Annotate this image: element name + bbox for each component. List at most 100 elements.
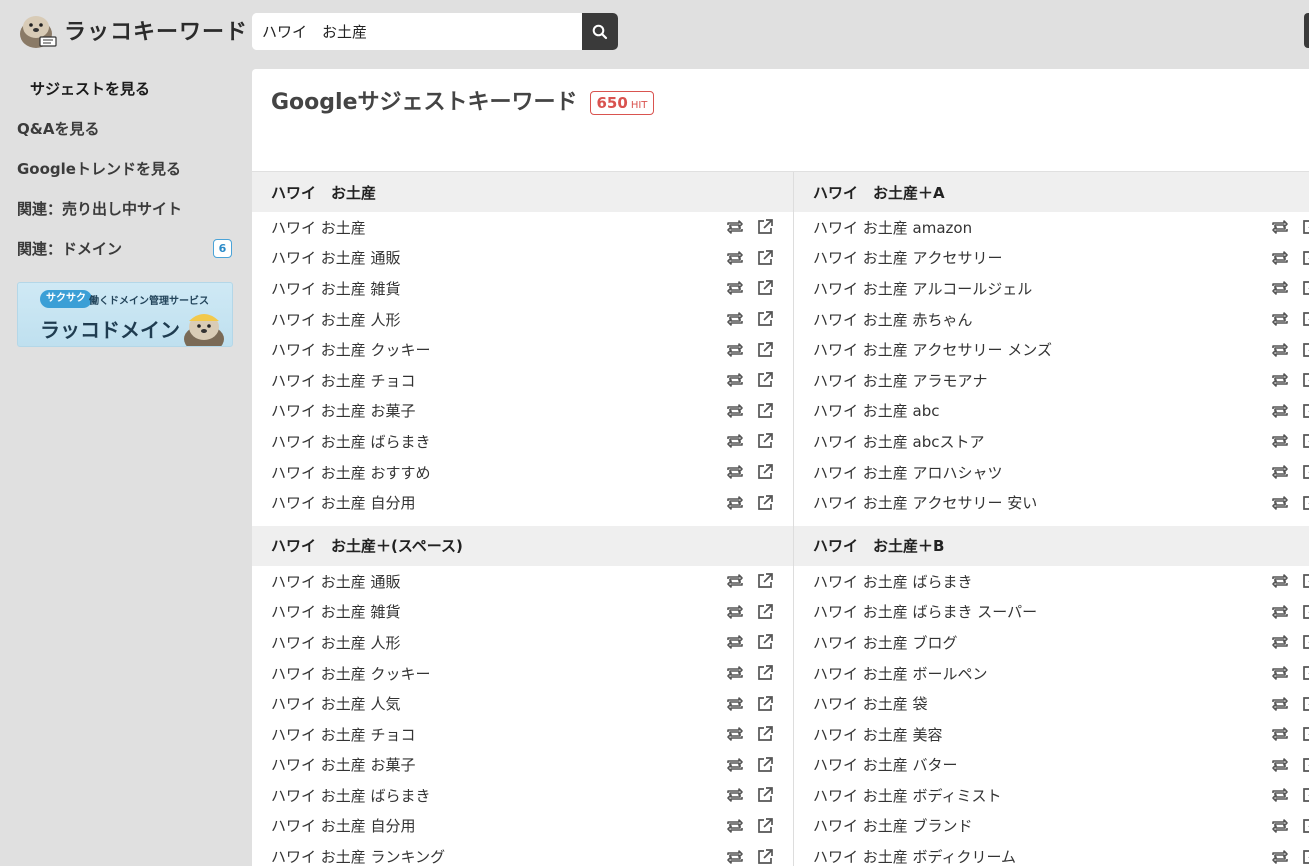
suggest-row[interactable]: ハワイ お土産 通販 bbox=[252, 566, 793, 597]
retweet-icon[interactable] bbox=[1270, 310, 1290, 328]
retweet-icon[interactable] bbox=[1270, 695, 1290, 713]
suggest-row[interactable]: ハワイ お土産 袋 bbox=[794, 688, 1309, 719]
suggest-keyword[interactable]: ハワイ お土産 アロハシャツ bbox=[813, 462, 1270, 483]
external-link-icon[interactable] bbox=[755, 664, 775, 682]
external-link-icon[interactable] bbox=[755, 371, 775, 389]
external-link-icon[interactable] bbox=[1300, 494, 1309, 512]
suggest-keyword[interactable]: ハワイ お土産 雑貨 bbox=[271, 601, 725, 622]
suggest-row[interactable]: ハワイ お土産 人形 bbox=[252, 627, 793, 658]
retweet-icon[interactable] bbox=[1270, 756, 1290, 774]
suggest-keyword[interactable]: ハワイ お土産 ばらまき bbox=[271, 431, 725, 452]
retweet-icon[interactable] bbox=[1270, 848, 1290, 866]
suggest-keyword[interactable]: ハワイ お土産 abc bbox=[813, 400, 1270, 421]
suggest-keyword[interactable]: ハワイ お土産 お菓子 bbox=[271, 754, 725, 775]
retweet-icon[interactable] bbox=[1270, 249, 1290, 267]
suggest-keyword[interactable]: ハワイ お土産 クッキー bbox=[271, 663, 725, 684]
group-heading[interactable]: ハワイ お土産＋A bbox=[793, 172, 1309, 212]
rakko-domain-banner[interactable]: サクサク 働くドメイン管理サービス ラッコドメイン bbox=[17, 282, 233, 347]
sidebar-item-google-trends[interactable]: Googleトレンドを見る bbox=[0, 148, 240, 188]
suggest-row[interactable]: ハワイ お土産 美容 bbox=[794, 719, 1309, 750]
external-link-icon[interactable] bbox=[1300, 786, 1309, 804]
external-link-icon[interactable] bbox=[1300, 402, 1309, 420]
suggest-row[interactable]: ハワイ お土産 雑貨 bbox=[252, 273, 793, 304]
suggest-keyword[interactable]: ハワイ お土産 アルコールジェル bbox=[813, 278, 1270, 299]
suggest-keyword[interactable]: ハワイ お土産 bbox=[271, 217, 725, 238]
external-link-icon[interactable] bbox=[755, 218, 775, 236]
retweet-icon[interactable] bbox=[1270, 633, 1290, 651]
retweet-icon[interactable] bbox=[1270, 371, 1290, 389]
external-link-icon[interactable] bbox=[755, 725, 775, 743]
suggest-row[interactable]: ハワイ お土産 アクセサリー 安い bbox=[794, 487, 1309, 518]
suggest-row[interactable]: ハワイ お土産 アロハシャツ bbox=[794, 457, 1309, 488]
suggest-keyword[interactable]: ハワイ お土産 ばらまき bbox=[271, 785, 725, 806]
suggest-keyword[interactable]: ハワイ お土産 ランキング bbox=[271, 846, 725, 866]
suggest-row[interactable]: ハワイ お土産 チョコ bbox=[252, 719, 793, 750]
external-link-icon[interactable] bbox=[755, 402, 775, 420]
suggest-row[interactable]: ハワイ お土産 abc bbox=[794, 396, 1309, 427]
suggest-keyword[interactable]: ハワイ お土産 amazon bbox=[813, 217, 1270, 238]
external-link-icon[interactable] bbox=[755, 432, 775, 450]
retweet-icon[interactable] bbox=[1270, 463, 1290, 481]
suggest-keyword[interactable]: ハワイ お土産 アクセサリー メンズ bbox=[813, 339, 1270, 360]
retweet-icon[interactable] bbox=[725, 218, 745, 236]
retweet-icon[interactable] bbox=[1270, 817, 1290, 835]
external-link-icon[interactable] bbox=[1300, 463, 1309, 481]
retweet-icon[interactable] bbox=[1270, 218, 1290, 236]
suggest-keyword[interactable]: ハワイ お土産 アラモアナ bbox=[813, 370, 1270, 391]
suggest-row[interactable]: ハワイ お土産 ブログ bbox=[794, 627, 1309, 658]
suggest-keyword[interactable]: ハワイ お土産 チョコ bbox=[271, 724, 725, 745]
retweet-icon[interactable] bbox=[1270, 725, 1290, 743]
retweet-icon[interactable] bbox=[725, 402, 745, 420]
suggest-keyword[interactable]: ハワイ お土産 ボールペン bbox=[813, 663, 1270, 684]
external-link-icon[interactable] bbox=[1300, 341, 1309, 359]
suggest-row[interactable]: ハワイ お土産 アルコールジェル bbox=[794, 273, 1309, 304]
suggest-keyword[interactable]: ハワイ お土産 ボディクリーム bbox=[813, 846, 1270, 866]
external-link-icon[interactable] bbox=[755, 310, 775, 328]
retweet-icon[interactable] bbox=[725, 572, 745, 590]
retweet-icon[interactable] bbox=[725, 664, 745, 682]
suggest-row[interactable]: ハワイ お土産 ボディクリーム bbox=[794, 841, 1309, 866]
external-link-icon[interactable] bbox=[755, 603, 775, 621]
external-link-icon[interactable] bbox=[1300, 664, 1309, 682]
external-link-icon[interactable] bbox=[1300, 310, 1309, 328]
retweet-icon[interactable] bbox=[725, 756, 745, 774]
suggest-keyword[interactable]: ハワイ お土産 abcストア bbox=[813, 431, 1270, 452]
suggest-keyword[interactable]: ハワイ お土産 ボディミスト bbox=[813, 785, 1270, 806]
suggest-row[interactable]: ハワイ お土産 自分用 bbox=[252, 487, 793, 518]
retweet-icon[interactable] bbox=[725, 848, 745, 866]
suggest-keyword[interactable]: ハワイ お土産 人形 bbox=[271, 632, 725, 653]
suggest-row[interactable]: ハワイ お土産 abcストア bbox=[794, 426, 1309, 457]
retweet-icon[interactable] bbox=[725, 817, 745, 835]
retweet-icon[interactable] bbox=[725, 249, 745, 267]
suggest-row[interactable]: ハワイ お土産 バター bbox=[794, 750, 1309, 781]
suggest-keyword[interactable]: ハワイ お土産 おすすめ bbox=[271, 462, 725, 483]
external-link-icon[interactable] bbox=[1300, 218, 1309, 236]
external-link-icon[interactable] bbox=[1300, 572, 1309, 590]
suggest-keyword[interactable]: ハワイ お土産 袋 bbox=[813, 693, 1270, 714]
external-link-icon[interactable] bbox=[1300, 695, 1309, 713]
retweet-icon[interactable] bbox=[725, 279, 745, 297]
suggest-row[interactable]: ハワイ お土産 人形 bbox=[252, 304, 793, 335]
retweet-icon[interactable] bbox=[1270, 402, 1290, 420]
external-link-icon[interactable] bbox=[1300, 848, 1309, 866]
suggest-keyword[interactable]: ハワイ お土産 クッキー bbox=[271, 339, 725, 360]
retweet-icon[interactable] bbox=[1270, 786, 1290, 804]
external-link-icon[interactable] bbox=[1300, 603, 1309, 621]
external-link-icon[interactable] bbox=[755, 633, 775, 651]
suggest-keyword[interactable]: ハワイ お土産 お菓子 bbox=[271, 400, 725, 421]
sidebar-item-qa[interactable]: Q&Aを見る bbox=[0, 108, 240, 148]
retweet-icon[interactable] bbox=[1270, 664, 1290, 682]
suggest-row[interactable]: ハワイ お土産 ブランド bbox=[794, 811, 1309, 842]
sidebar-item-related-domains[interactable]: 関連：ドメイン 6 bbox=[0, 228, 240, 268]
suggest-row[interactable]: ハワイ お土産 通販 bbox=[252, 243, 793, 274]
header-menu-button[interactable] bbox=[1304, 13, 1309, 48]
suggest-row[interactable]: ハワイ お土産 クッキー bbox=[252, 334, 793, 365]
suggest-row[interactable]: ハワイ お土産 チョコ bbox=[252, 365, 793, 396]
suggest-row[interactable]: ハワイ お土産 ばらまき bbox=[252, 426, 793, 457]
suggest-keyword[interactable]: ハワイ お土産 通販 bbox=[271, 571, 725, 592]
external-link-icon[interactable] bbox=[755, 786, 775, 804]
retweet-icon[interactable] bbox=[1270, 572, 1290, 590]
external-link-icon[interactable] bbox=[755, 817, 775, 835]
external-link-icon[interactable] bbox=[1300, 279, 1309, 297]
external-link-icon[interactable] bbox=[1300, 756, 1309, 774]
